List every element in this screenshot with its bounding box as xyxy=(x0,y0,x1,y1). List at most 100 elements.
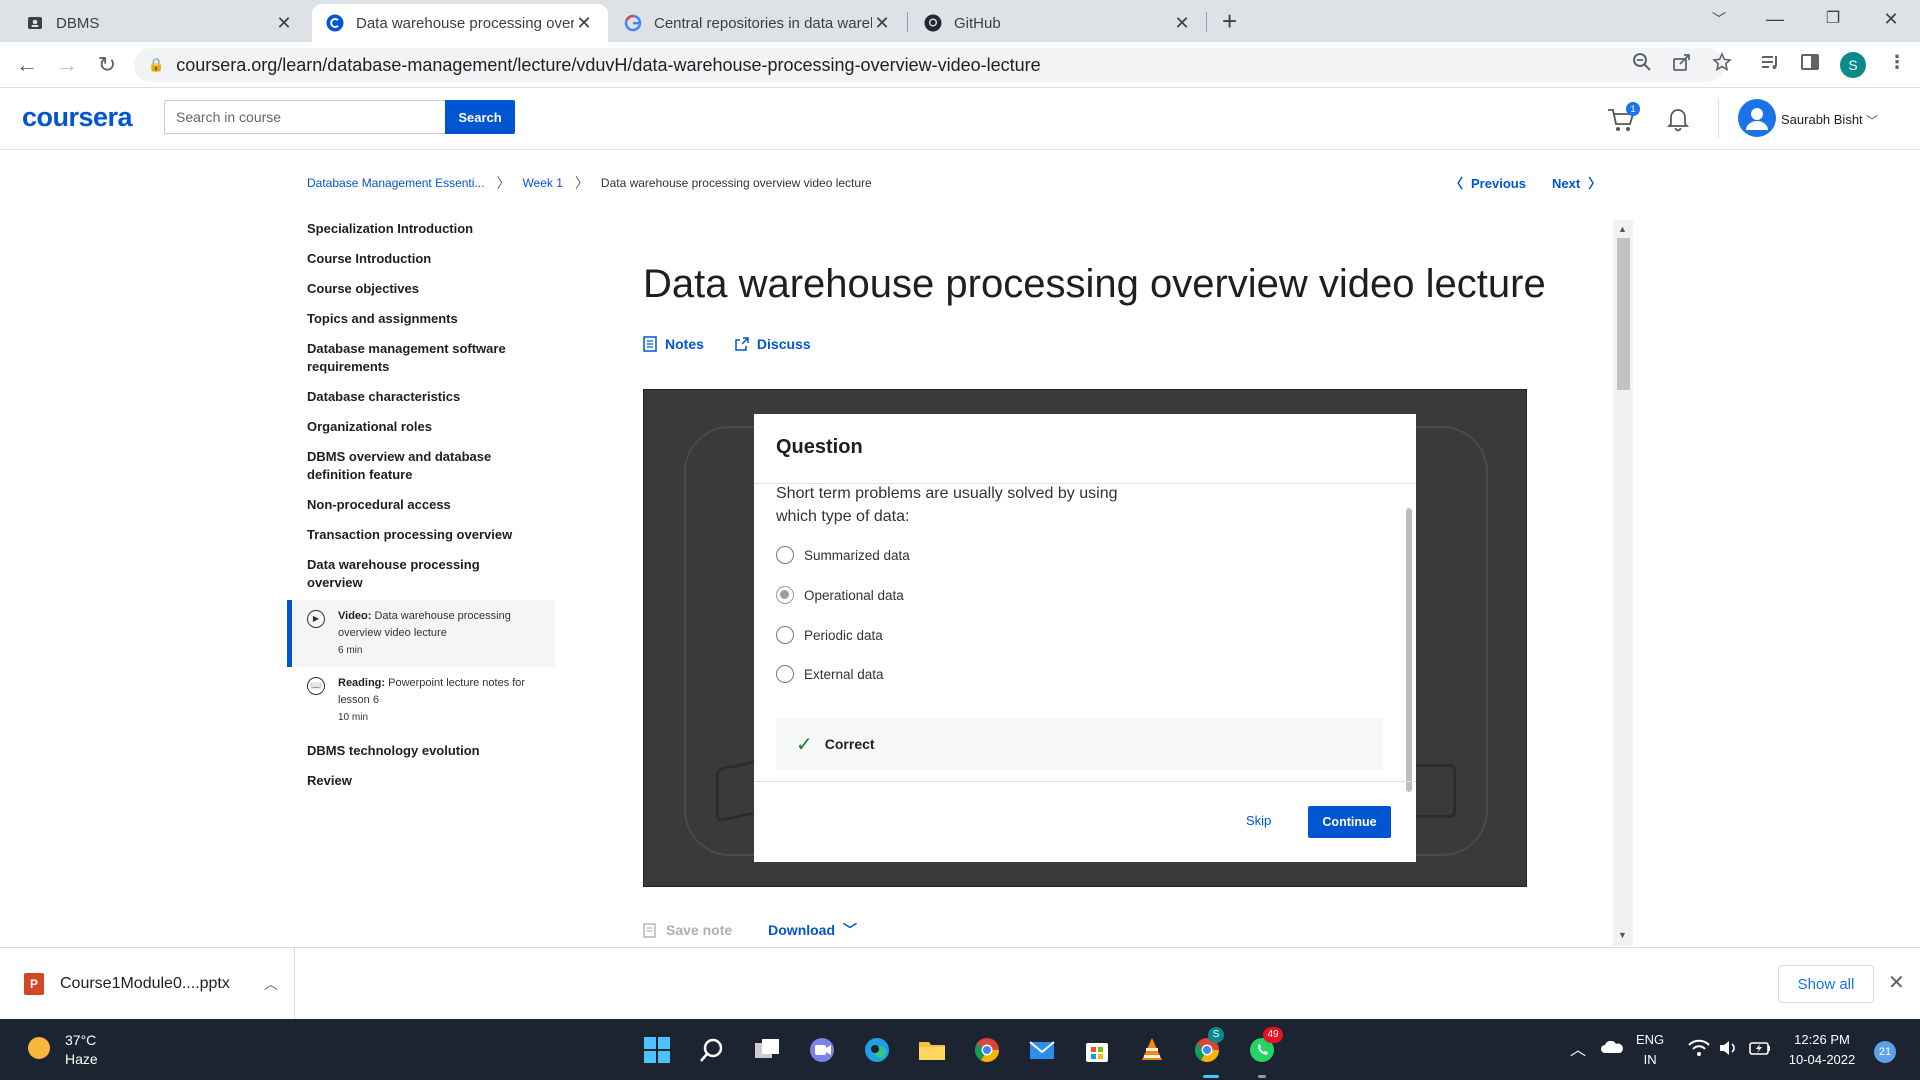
tab-dbms[interactable]: DBMS ✕ xyxy=(12,4,308,42)
radio-button-selected[interactable] xyxy=(776,586,794,604)
zoom-icon[interactable] xyxy=(1632,52,1652,77)
wifi-icon[interactable] xyxy=(1688,1039,1710,1063)
close-tab-icon[interactable]: ✕ xyxy=(872,13,892,34)
sidebar-sub-item-video[interactable]: ▶ Video: Data warehouse processing overv… xyxy=(287,600,555,667)
sidebar-item[interactable]: Specialization Introduction xyxy=(287,220,555,238)
next-label: Next xyxy=(1552,176,1581,191)
address-bar[interactable]: 🔒 coursera.org/learn/database-management… xyxy=(134,48,1724,82)
windows-start-icon[interactable] xyxy=(642,1035,672,1065)
close-tab-icon[interactable]: ✕ xyxy=(574,13,594,34)
tab-search-chevron-icon[interactable]: ﹀ xyxy=(1696,4,1742,34)
sidebar-item[interactable]: Transaction processing overview xyxy=(287,526,555,544)
close-tab-icon[interactable]: ✕ xyxy=(274,13,294,34)
edge-browser-icon[interactable] xyxy=(862,1035,892,1065)
new-tab-icon[interactable]: + xyxy=(1222,6,1237,37)
notifications-bell-icon[interactable] xyxy=(1666,106,1690,132)
tab-github[interactable]: GitHub ✕ xyxy=(910,4,1206,42)
forward-icon[interactable]: → xyxy=(52,50,82,80)
reading-list-icon[interactable] xyxy=(1760,52,1780,77)
radio-button[interactable] xyxy=(776,626,794,644)
quiz-option[interactable]: Operational data xyxy=(776,586,904,604)
task-view-icon[interactable] xyxy=(752,1035,782,1065)
sidebar-item[interactable]: DBMS overview and database definition fe… xyxy=(287,448,555,484)
show-all-button[interactable]: Show all xyxy=(1778,965,1874,1003)
quiz-option[interactable]: Summarized data xyxy=(776,546,910,564)
file-explorer-icon[interactable] xyxy=(917,1035,947,1065)
back-icon[interactable]: ← xyxy=(12,50,42,80)
sidebar-sub-item-reading[interactable]: 📖 Reading: Powerpoint lecture notes for … xyxy=(287,667,555,734)
quiz-option[interactable]: External data xyxy=(776,665,884,683)
skip-button[interactable]: Skip xyxy=(1246,813,1271,828)
sidebar-item[interactable]: Database management software requirement… xyxy=(287,340,555,376)
microsoft-store-icon[interactable] xyxy=(1082,1035,1112,1065)
page-scrollbar[interactable]: ▲ ▼ xyxy=(1613,220,1633,946)
modal-scrollbar[interactable] xyxy=(1406,508,1412,792)
sidebar-item[interactable]: Course objectives xyxy=(287,280,555,298)
sidebar-item[interactable]: Non-procedural access xyxy=(287,496,555,514)
breadcrumb-week[interactable]: Week 1 xyxy=(522,176,562,190)
show-hidden-icons-chevron-icon[interactable]: ︿ xyxy=(1570,1041,1586,1061)
download-item[interactable]: P Course1Module0....pptx ︿ xyxy=(0,948,295,1020)
sidebar-item[interactable]: DBMS technology evolution xyxy=(287,742,555,760)
search-button[interactable]: Search xyxy=(445,100,515,134)
side-panel-icon[interactable] xyxy=(1800,52,1820,77)
weather-widget[interactable]: 37°C Haze xyxy=(65,1031,98,1069)
reload-icon[interactable]: ↻ xyxy=(92,50,122,80)
tab-google-search[interactable]: Central repositories in data warehouse ✕ xyxy=(610,4,906,42)
onedrive-cloud-icon[interactable] xyxy=(1600,1039,1624,1061)
breadcrumb-course[interactable]: Database Management Essenti... xyxy=(307,176,484,190)
quiz-question: Short term problems are usually solved b… xyxy=(776,485,1118,525)
vlc-icon[interactable] xyxy=(1137,1035,1167,1065)
sidebar-item[interactable]: Topics and assignments xyxy=(287,310,555,328)
user-name[interactable]: Saurabh Bisht xyxy=(1781,112,1863,127)
bookmark-star-icon[interactable] xyxy=(1712,52,1732,77)
search-icon[interactable] xyxy=(697,1035,727,1065)
volume-icon[interactable] xyxy=(1718,1039,1740,1063)
download-shelf: P Course1Module0....pptx ︿ Show all ✕ xyxy=(0,947,1920,1020)
sidebar-item[interactable]: Review xyxy=(287,772,555,790)
profile-avatar[interactable]: S xyxy=(1840,52,1866,78)
download-button[interactable]: Download ﹀ xyxy=(768,920,857,940)
close-window-icon[interactable]: ✕ xyxy=(1868,4,1914,34)
language-line-2: IN xyxy=(1643,1052,1657,1067)
battery-charging-icon[interactable] xyxy=(1748,1039,1772,1063)
user-avatar[interactable] xyxy=(1738,99,1776,137)
scroll-down-icon[interactable]: ▼ xyxy=(1618,930,1627,940)
discuss-button[interactable]: Discuss xyxy=(734,336,811,352)
sidebar-item[interactable]: Data warehouse processing overview xyxy=(287,556,555,592)
sidebar-item[interactable]: Organizational roles xyxy=(287,418,555,436)
save-note-button[interactable]: Save note xyxy=(643,922,732,938)
course-search-input[interactable]: Search in course xyxy=(164,100,446,134)
notes-button[interactable]: Notes xyxy=(643,336,704,352)
quiz-option[interactable]: Periodic data xyxy=(776,626,883,644)
notification-count-badge[interactable]: 21 xyxy=(1874,1041,1896,1063)
language-indicator[interactable]: ENG IN xyxy=(1636,1030,1664,1070)
chevron-down-icon[interactable]: ﹀ xyxy=(1866,112,1878,129)
radio-button[interactable] xyxy=(776,665,794,683)
sidebar-item[interactable]: Course Introduction xyxy=(287,250,555,268)
next-button[interactable]: Next 〉 xyxy=(1552,173,1601,192)
mail-icon[interactable] xyxy=(1027,1035,1057,1065)
continue-button[interactable]: Continue xyxy=(1308,806,1391,838)
clock[interactable]: 12:26 PM 10-04-2022 xyxy=(1782,1030,1862,1070)
clock-time: 12:26 PM xyxy=(1794,1032,1850,1047)
minimize-icon[interactable]: — xyxy=(1752,4,1798,34)
play-icon: ▶ xyxy=(307,610,325,628)
chrome-icon[interactable] xyxy=(972,1035,1002,1065)
radio-button[interactable] xyxy=(776,546,794,564)
tab-divider xyxy=(907,12,908,32)
sidebar-item[interactable]: Database characteristics xyxy=(287,388,555,406)
more-menu-icon[interactable]: ⋮ xyxy=(1888,52,1906,73)
teams-chat-icon[interactable] xyxy=(807,1035,837,1065)
close-shelf-icon[interactable]: ✕ xyxy=(1888,970,1905,995)
tab-coursera[interactable]: Data warehouse processing overview video… xyxy=(312,4,608,42)
chevron-up-icon[interactable]: ︿ xyxy=(264,974,278,994)
scrollbar-thumb[interactable] xyxy=(1617,238,1630,390)
coursera-logo[interactable]: coursera xyxy=(22,102,133,133)
weather-haze-icon[interactable] xyxy=(28,1037,50,1059)
scroll-up-icon[interactable]: ▲ xyxy=(1618,224,1627,234)
share-icon[interactable] xyxy=(1672,52,1692,77)
close-tab-icon[interactable]: ✕ xyxy=(1172,13,1192,34)
restore-icon[interactable]: ❐ xyxy=(1810,4,1856,34)
previous-button[interactable]: 〈 Previous xyxy=(1450,173,1526,192)
